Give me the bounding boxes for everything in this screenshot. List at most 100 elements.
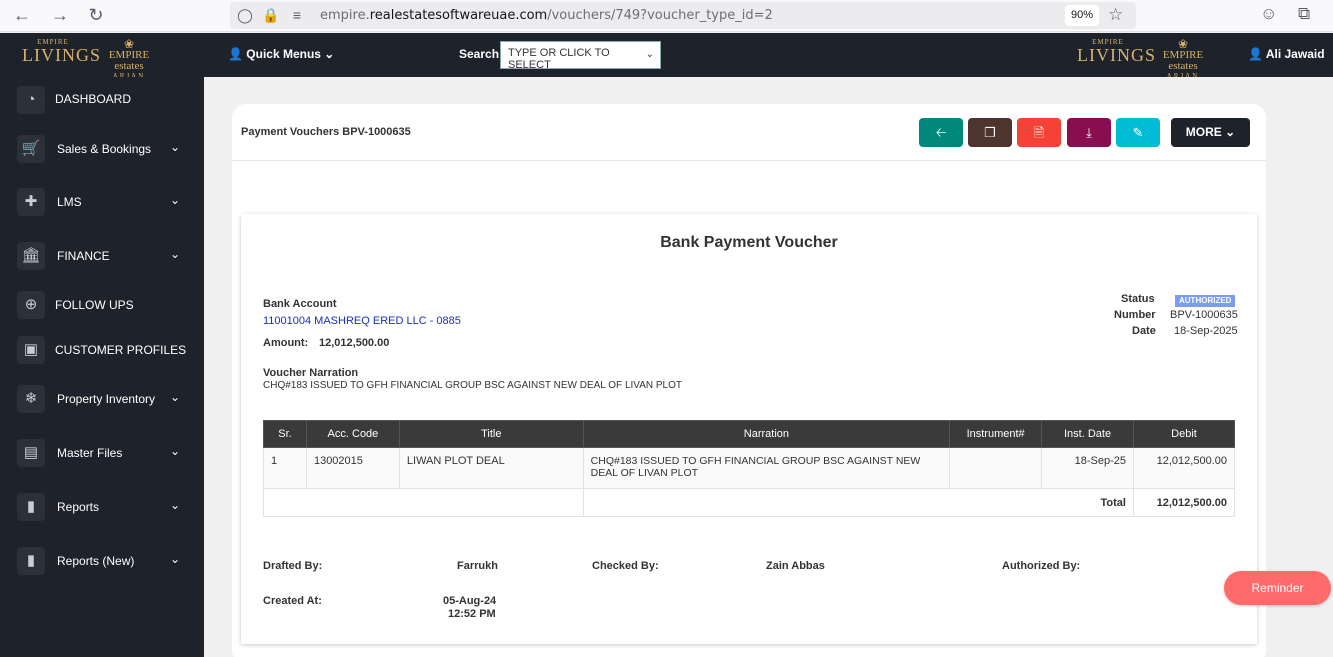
browser-toolbar: ← → ↻ ◯ 🔒 ≡ empire.realestatesoftwareuae…: [0, 0, 1333, 32]
copy-button[interactable]: ❐: [968, 118, 1012, 147]
sidebar-item-reports[interactable]: ▮ Reports ⌄: [0, 486, 204, 526]
bank-account-link[interactable]: 11001004 MASHREQ ERED LLC - 0885: [263, 315, 461, 327]
pdf-button[interactable]: 🗎: [1017, 118, 1061, 147]
chevron-down-icon: ⌄: [170, 247, 181, 261]
amount-label: Amount:: [263, 337, 309, 349]
quick-menus-dropdown[interactable]: 👤 Quick Menus ⌄: [228, 47, 334, 61]
status-badge: AUTHORIZED: [1175, 295, 1236, 307]
empire-livings-logo-right: EMPIRE LIVINGS: [1077, 38, 1156, 65]
sidebar: ◔ DASHBOARD 🛒 Sales & Bookings ⌄ ✚ LMS ⌄…: [0, 77, 204, 657]
date-label: Date: [1132, 325, 1156, 337]
chevron-down-icon: ⌄: [170, 390, 181, 404]
created-at-label: Created At:: [263, 595, 322, 607]
forward-arrow-icon[interactable]: →: [48, 4, 72, 28]
sidebar-item-lms[interactable]: ✚ LMS ⌄: [0, 181, 204, 221]
bank-account-label: Bank Account: [263, 298, 337, 310]
app-header: EMPIRE LIVINGS ❀ EMPIRE estates ARJAN 👤 …: [0, 33, 1333, 80]
chevron-down-icon: ⌄: [645, 49, 654, 60]
number-value: BPV-1000635: [1170, 309, 1238, 321]
cell-narration: CHQ#183 ISSUED TO GFH FINANCIAL GROUP BS…: [582, 447, 951, 489]
table-total-row: Total 12,012,500.00: [263, 488, 1236, 517]
permissions-icon[interactable]: ≡: [288, 6, 306, 24]
col-inst-date: Inst. Date: [1041, 420, 1134, 448]
voucher-lines-table: Sr. Acc. Code Title Narration Instrument…: [263, 420, 1236, 517]
more-dropdown-button[interactable]: MORE ⌄: [1171, 118, 1250, 147]
download-icon: ⤓: [1086, 125, 1092, 140]
number-label: Number: [1114, 309, 1156, 321]
sidebar-item-dashboard[interactable]: ◔ DASHBOARD: [0, 79, 204, 119]
chevron-down-icon: ⌄: [170, 552, 181, 566]
total-label: Total: [582, 488, 1134, 517]
col-narration: Narration: [582, 420, 951, 448]
image-icon: ▤: [17, 439, 45, 467]
copy-icon: ❐: [984, 125, 996, 140]
table-row: 1 13002015 LIWAN PLOT DEAL CHQ#183 ISSUE…: [263, 447, 1236, 489]
sidebar-item-customer-profiles[interactable]: ▣ CUSTOMER PROFILES: [0, 329, 204, 369]
checked-by-label: Checked By:: [592, 560, 659, 572]
sidebar-item-master-files[interactable]: ▤ Master Files ⌄: [0, 432, 204, 472]
reload-icon[interactable]: ↻: [84, 4, 108, 28]
sidebar-item-follow-ups[interactable]: ⊕ FOLLOW UPS: [0, 284, 204, 324]
cell-title: LIWAN PLOT DEAL: [398, 447, 584, 489]
date-value: 18-Sep-2025: [1174, 325, 1238, 337]
chevron-down-icon: ⌄: [170, 140, 181, 154]
pdf-file-icon: 🗎: [1033, 125, 1045, 140]
account-icon[interactable]: ☺: [1260, 4, 1277, 24]
authorized-by-label: Authorized By:: [1002, 560, 1081, 572]
id-card-icon: ▣: [17, 336, 45, 364]
col-acc-code: Acc. Code: [305, 420, 400, 448]
lock-icon[interactable]: 🔒: [262, 6, 280, 24]
sidebar-item-property-inventory[interactable]: ❄ Property Inventory ⌄: [0, 378, 204, 418]
voucher-title: Bank Payment Voucher: [660, 234, 838, 251]
sidebar-item-reports-new[interactable]: ▮ Reports (New) ⌄: [0, 540, 204, 580]
bookmark-star-icon[interactable]: ☆: [1108, 5, 1123, 25]
back-arrow-icon[interactable]: ←: [10, 4, 34, 28]
total-spacer: [263, 488, 584, 517]
edit-icon: ✎: [1132, 125, 1144, 140]
url-text[interactable]: empire.realestatesoftwareuae.com/voucher…: [320, 8, 773, 23]
sidebar-item-sales-bookings[interactable]: 🛒 Sales & Bookings ⌄: [0, 128, 204, 168]
created-at-time: 12:52 PM: [448, 608, 496, 620]
pie-chart-icon: ◔: [17, 86, 45, 114]
cell-acc-code[interactable]: 13002015: [305, 447, 400, 489]
edit-button[interactable]: ✎: [1116, 118, 1160, 147]
cell-sr: 1: [263, 447, 307, 489]
drafted-by-label: Drafted By:: [263, 560, 323, 572]
bank-icon: 🏛: [17, 242, 45, 270]
amount-value: 12,012,500.00: [319, 337, 390, 349]
col-instrument: Instrument#: [949, 420, 1043, 448]
empire-estates-logo[interactable]: ❀ EMPIRE estates ARJAN: [96, 38, 162, 80]
address-bar[interactable]: ◯ 🔒 ≡ empire.realestatesoftwareuae.com/v…: [230, 2, 1136, 29]
reminder-button[interactable]: Reminder: [1224, 571, 1331, 605]
divider: [232, 160, 1266, 161]
shield-icon[interactable]: ◯: [236, 6, 254, 24]
checked-by-value: Zain Abbas: [766, 560, 825, 572]
main-content: Payment Vouchers BPV-1000635 🡠 ❐ 🗎 ⤓ ✎ M…: [204, 77, 1333, 657]
extensions-icon[interactable]: ⧉: [1298, 4, 1310, 24]
search-select[interactable]: TYPE OR CLICK TO SELECT ⌄: [500, 41, 661, 69]
status-label: Status: [1121, 293, 1155, 305]
sidebar-item-finance[interactable]: 🏛 FINANCE ⌄: [0, 235, 204, 275]
empire-estates-logo-right: ❀ EMPIRE estates ARJAN: [1162, 37, 1204, 80]
chevron-down-icon: ⌄: [170, 444, 181, 458]
bar-chart-icon: ▮: [17, 547, 45, 575]
voucher-card: Payment Vouchers BPV-1000635 🡠 ❐ 🗎 ⤓ ✎ M…: [232, 104, 1266, 657]
cell-debit: 12,012,500.00: [1132, 447, 1236, 489]
zoom-level[interactable]: 90%: [1065, 5, 1099, 26]
back-button[interactable]: 🡠: [919, 118, 963, 147]
user-menu[interactable]: 👤 Ali Jawaid: [1248, 47, 1325, 61]
col-title: Title: [398, 420, 584, 448]
bar-chart-icon: ▮: [17, 493, 45, 521]
chevron-down-icon: ⌄: [170, 193, 181, 207]
lms-icon: ✚: [17, 188, 45, 216]
snowflake-icon: ❄: [17, 385, 45, 413]
empire-livings-logo[interactable]: EMPIRE LIVINGS: [22, 38, 100, 72]
created-at-date: 05-Aug-24: [443, 595, 497, 607]
download-button[interactable]: ⤓: [1067, 118, 1111, 147]
total-value: 12,012,500.00: [1132, 488, 1236, 517]
col-debit: Debit: [1132, 420, 1236, 448]
cart-icon: 🛒: [17, 135, 45, 163]
chevron-down-icon: ⌄: [170, 498, 181, 512]
arrow-left-icon: 🡠: [935, 125, 947, 140]
cell-inst-date: 18-Sep-25: [1041, 447, 1134, 489]
